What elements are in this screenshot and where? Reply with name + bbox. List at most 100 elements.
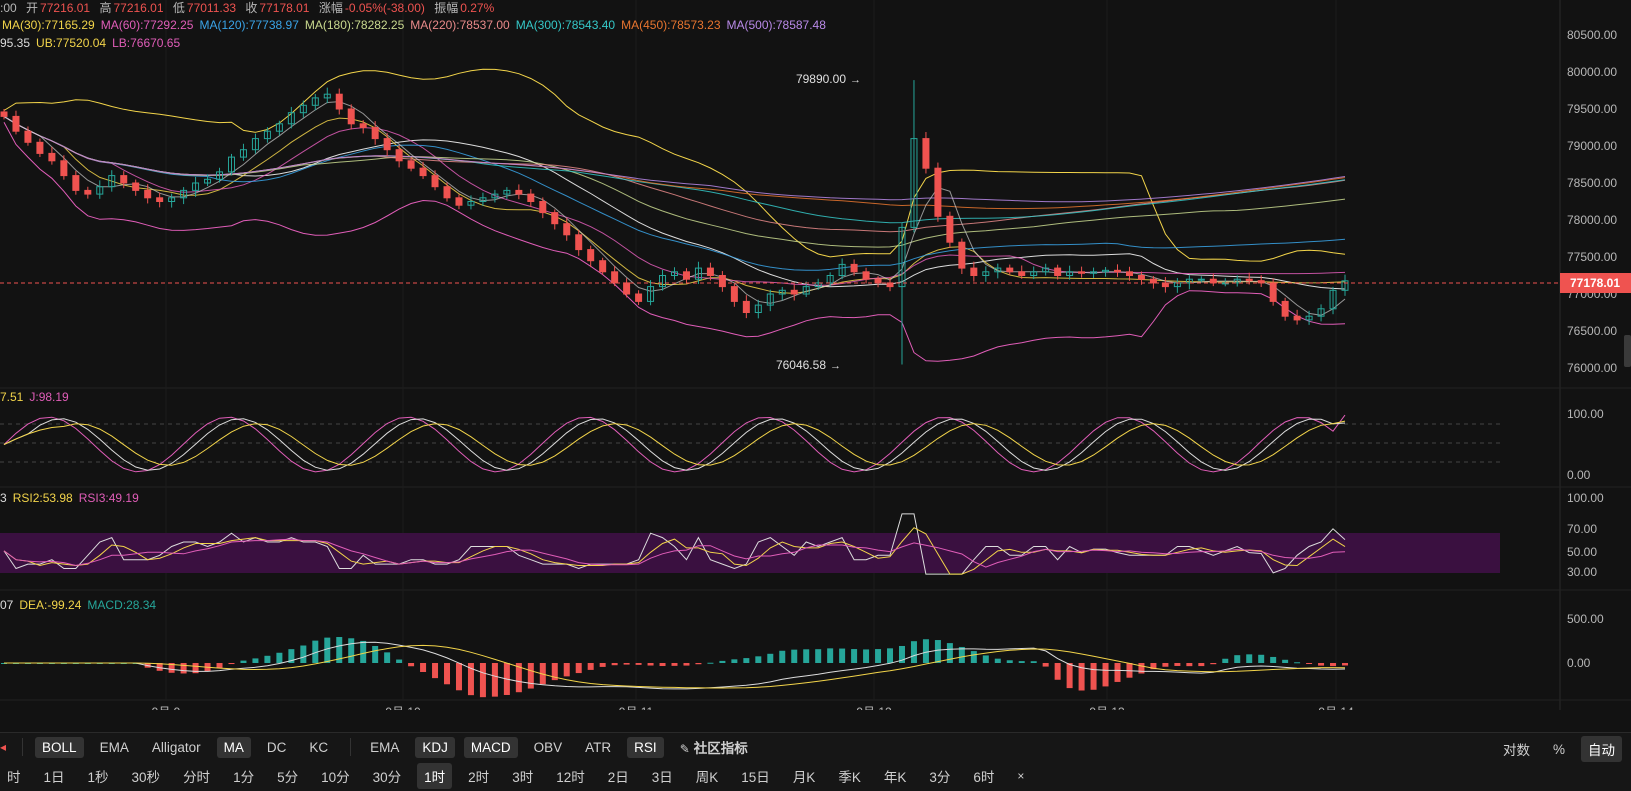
rsi-legend[interactable]: 3 RSI2:53.98 RSI3:49.19 bbox=[0, 491, 145, 505]
candle-body bbox=[730, 286, 738, 302]
ma-line bbox=[3, 115, 1346, 224]
macd-bar bbox=[396, 659, 403, 663]
candle-body bbox=[682, 271, 690, 280]
macd-legend[interactable]: 07 DEA:-99.24 MACD:28.34 bbox=[0, 598, 162, 612]
timeframe-button-19[interactable]: 年K bbox=[877, 763, 914, 789]
main-indicator-button-3[interactable]: MA bbox=[216, 736, 251, 758]
candle-body bbox=[1114, 269, 1122, 273]
timeframe-button-4[interactable]: 分时 bbox=[176, 763, 217, 789]
timeframe-button-17[interactable]: 月K bbox=[786, 763, 823, 789]
main-indicator-button-2[interactable]: Alligator bbox=[145, 737, 208, 758]
main-indicator-button-5[interactable]: KC bbox=[302, 737, 335, 758]
timeframe-button-6[interactable]: 5分 bbox=[270, 763, 305, 789]
low-marker: 76046.58 bbox=[776, 358, 826, 372]
timeframe-button-18[interactable]: 季K bbox=[831, 763, 868, 789]
macd-bar bbox=[910, 641, 917, 663]
macd-bar bbox=[851, 649, 858, 663]
candle-body bbox=[335, 93, 343, 110]
divider bbox=[22, 738, 24, 756]
change-value: -0.05%(-38.00) bbox=[344, 1, 425, 15]
candle-body bbox=[1078, 271, 1086, 274]
main-indicators: BOLL EMA Alligator MA DC KC bbox=[35, 736, 344, 758]
macd-bar bbox=[623, 663, 630, 665]
kdj-legend-item: 7.51 bbox=[0, 390, 24, 404]
timeframe-button-14[interactable]: 3日 bbox=[645, 763, 680, 789]
sub-indicator-button-1[interactable]: KDJ bbox=[415, 736, 455, 758]
macd-bar bbox=[372, 645, 379, 663]
indicator-tick: 30.00 bbox=[1567, 565, 1597, 579]
macd-bar bbox=[563, 663, 570, 677]
macd-bar bbox=[276, 652, 283, 663]
sub-indicator-button-4[interactable]: ATR bbox=[578, 737, 618, 758]
macd-bar bbox=[635, 663, 642, 665]
candle-body bbox=[1197, 278, 1205, 281]
price-tick: 78500.00 bbox=[1567, 176, 1617, 190]
candle-body bbox=[527, 193, 535, 203]
high-label: 高 bbox=[99, 1, 112, 15]
timeframe-button-16[interactable]: 15日 bbox=[734, 763, 777, 789]
candle-body bbox=[371, 127, 379, 140]
sub-indicator-button-0[interactable]: EMA bbox=[363, 737, 406, 758]
indicator-tick: 50.00 bbox=[1567, 545, 1597, 559]
timeframe-button-21[interactable]: 6时 bbox=[966, 763, 1001, 789]
ma-legend[interactable]: MA(30):77165.29 MA(60):77292.25 MA(120):77… bbox=[2, 18, 832, 32]
timeframe-button-13[interactable]: 2日 bbox=[601, 763, 636, 789]
boll-legend-item: 95.35 bbox=[0, 36, 31, 50]
macd-bar bbox=[1258, 654, 1265, 663]
high-marker: 79890.00 bbox=[796, 72, 846, 86]
timeframe-button-8[interactable]: 30分 bbox=[366, 763, 409, 789]
timeframe-button-20[interactable]: 3分 bbox=[922, 763, 957, 789]
candle-body bbox=[12, 115, 20, 132]
sub-indicator-button-3[interactable]: OBV bbox=[527, 737, 570, 758]
close-icon[interactable]: × bbox=[1010, 766, 1031, 786]
macd-bar bbox=[659, 663, 666, 667]
scale-button-0[interactable]: 对数 bbox=[1496, 736, 1537, 762]
timeframe-button-10[interactable]: 2时 bbox=[461, 763, 496, 789]
rsi-overbought-band bbox=[0, 533, 1500, 573]
candle-body bbox=[1281, 300, 1289, 317]
candle-body bbox=[1018, 271, 1026, 276]
community-indicators-button[interactable]: ✎ 社区指标 bbox=[673, 734, 755, 760]
timeframe-button-5[interactable]: 1分 bbox=[226, 763, 261, 789]
macd-bar bbox=[1186, 663, 1193, 667]
scale-button-2[interactable]: 自动 bbox=[1581, 736, 1622, 762]
boll-legend[interactable]: 95.35 UB:77520.04 LB:76670.65 bbox=[0, 36, 186, 50]
ma-legend-item: MA(300):78543.40 bbox=[515, 18, 616, 32]
ma-legend-item: MA(120):77738.97 bbox=[199, 18, 299, 32]
high-value: 77216.01 bbox=[113, 1, 164, 15]
macd-bar bbox=[360, 640, 367, 663]
candle-body bbox=[706, 267, 714, 277]
timeframe-button-15[interactable]: 周K bbox=[689, 763, 726, 789]
macd-bar bbox=[491, 663, 498, 697]
macd-bar bbox=[1246, 654, 1253, 663]
main-indicator-button-0[interactable]: BOLL bbox=[35, 736, 84, 758]
main-indicator-button-4[interactable]: DC bbox=[260, 737, 294, 758]
candle-body bbox=[1054, 267, 1062, 277]
sub-indicator-button-2[interactable]: MACD bbox=[463, 736, 518, 758]
macd-bar bbox=[970, 651, 977, 663]
timeframe-button-9[interactable]: 1时 bbox=[417, 763, 453, 789]
candle-body bbox=[575, 234, 583, 251]
macd-bar bbox=[300, 645, 307, 663]
timeframe-button-7[interactable]: 10分 bbox=[314, 763, 357, 789]
ma-legend-item: MA(220):78537.00 bbox=[410, 18, 510, 32]
timeframe-button-11[interactable]: 3时 bbox=[505, 763, 540, 789]
kdj-legend[interactable]: 7.51 J:98.19 bbox=[0, 390, 75, 404]
amp-value: 0.27% bbox=[460, 1, 495, 15]
timeframe-button-2[interactable]: 1秒 bbox=[81, 763, 116, 789]
panel-resize-handle[interactable] bbox=[1624, 335, 1631, 367]
sub-indicator-button-5[interactable]: RSI bbox=[627, 736, 664, 758]
main-indicator-button-1[interactable]: EMA bbox=[93, 737, 136, 758]
scale-button-1[interactable]: % bbox=[1546, 739, 1572, 760]
timeframe-button-0[interactable]: 时 bbox=[0, 763, 28, 789]
candle-body bbox=[623, 282, 631, 295]
timeframe-button-12[interactable]: 12时 bbox=[549, 763, 592, 789]
scroll-left-icon[interactable]: ◂ bbox=[0, 740, 6, 754]
timeframe-button-1[interactable]: 1日 bbox=[37, 763, 72, 789]
chart-canvas[interactable]: 80500.00 80000.00 79500.00 79000.00 78500.00… bbox=[0, 0, 1631, 710]
timeframe-row: 时 1日 1秒 30秒 分时 1分 5分 10分 30分 1时 2时 3时 12时 2日 3日 周K 15日 月K… bbox=[0, 762, 1040, 790]
rsi-legend-item: RSI2:53.98 bbox=[12, 491, 73, 505]
macd-bar bbox=[1090, 663, 1097, 690]
date-axis: 9月 9 9月 10 9月 11 9月 12 9月 13 9月 14 bbox=[152, 705, 1354, 710]
timeframe-button-3[interactable]: 30秒 bbox=[125, 763, 168, 789]
